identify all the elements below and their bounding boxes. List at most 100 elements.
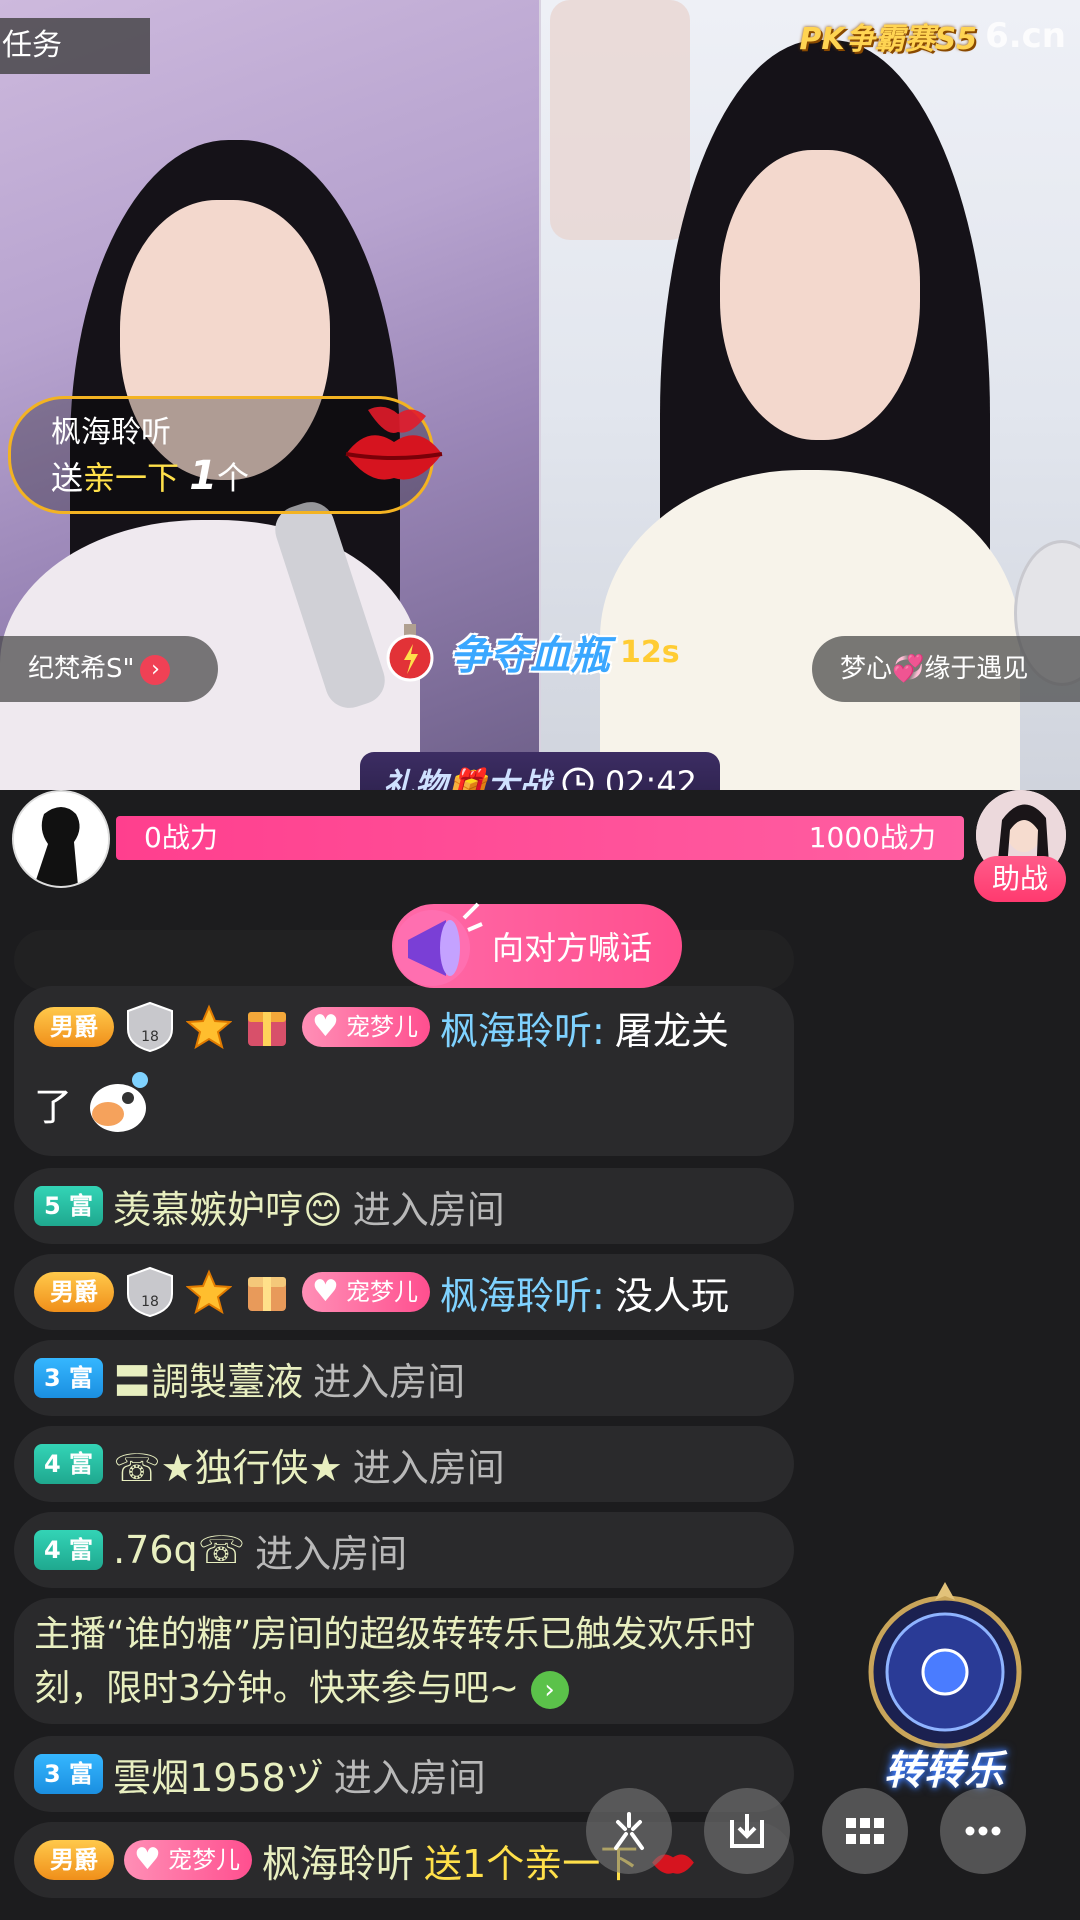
chat-message[interactable]: 4 富 ☏★独行侠★ 进入房间 xyxy=(14,1426,794,1502)
pet-heart-badge: 宠梦儿 xyxy=(124,1840,252,1880)
download-button[interactable] xyxy=(704,1788,790,1874)
star-badge-icon xyxy=(186,1004,232,1050)
chat-text-cont: 了 xyxy=(34,1084,73,1129)
duke-badge: 男爵 xyxy=(34,1840,114,1880)
shout-to-opponent-button[interactable]: 向对方喊话 xyxy=(392,902,682,988)
left-anchor-name-pill[interactable]: 纪梵希S" › xyxy=(0,636,218,702)
duke-badge: 男爵 xyxy=(34,1272,114,1312)
task-button[interactable]: 任务 xyxy=(0,18,150,74)
chat-row: 3 富 雲烟1958ヅ 进入房间 xyxy=(34,1736,776,1812)
chat-text: 屠龙关 xyxy=(614,1008,729,1053)
event-logo-text: PK争霸赛S5 xyxy=(799,22,978,57)
pet-badge-label: 宠梦儿 xyxy=(346,1278,418,1306)
chat-username[interactable]: 枫海聆听: xyxy=(440,1265,605,1320)
background-decor xyxy=(550,0,690,240)
guard-badge-icon: 18 xyxy=(127,1266,173,1318)
task-label: 任务 xyxy=(2,28,62,63)
chat-row: 4 富 .76q☏ 进入房间 xyxy=(34,1512,776,1588)
rich-level-badge: 3 富 xyxy=(34,1754,104,1794)
right-anchor-name-pill[interactable]: 梦心💞缘于遇见 xyxy=(812,636,1080,702)
more-icon xyxy=(965,1826,1001,1836)
chat-message[interactable]: 男爵 18 宠梦儿 枫海聆听: 屠龙关 了 xyxy=(14,986,794,1156)
enter-room-text: 进入房间 xyxy=(333,1755,486,1800)
system-message[interactable]: 主播“谁的糖”房间的超级转转乐已触发欢乐时刻，限时3分钟。快来参与吧~ › xyxy=(14,1598,794,1724)
chat-row: 了 xyxy=(34,1068,776,1138)
enter-room-text: 进入房间 xyxy=(313,1359,466,1404)
assist-button[interactable]: 助战 xyxy=(974,856,1066,902)
chat-username[interactable]: .76q☏ xyxy=(113,1528,245,1572)
more-button[interactable] xyxy=(940,1788,1026,1874)
chat-row: 3 富 〓調製薹液 进入房间 xyxy=(34,1340,776,1416)
right-anchor-name: 梦心💞缘于遇见 xyxy=(840,654,1029,684)
chat-row: 4 富 ☏★独行侠★ 进入房间 xyxy=(34,1426,776,1502)
video-figure-face xyxy=(720,150,920,440)
spin-wheel-label[interactable]: 转转乐 xyxy=(854,1738,1034,1796)
left-power: 0战力 xyxy=(144,821,218,854)
chat-message[interactable]: 男爵 宠梦儿 枫海聆听 送1个亲一下 xyxy=(14,1822,794,1898)
chat-username[interactable]: 羡慕嫉妒哼😊 xyxy=(113,1179,343,1234)
download-icon xyxy=(730,1814,764,1848)
chat-message[interactable]: 3 富 〓調製薹液 进入房间 xyxy=(14,1340,794,1416)
chat-row: 5 富 羡慕嫉妒哼😊 进入房间 xyxy=(34,1168,776,1244)
gift-sender: 枫海聆听 xyxy=(51,415,171,450)
chat-text: 没人玩 xyxy=(614,1273,729,1318)
chat-username[interactable]: 枫海聆听 xyxy=(262,1833,414,1888)
pk-score-row: 0战力 1000战力 助战 xyxy=(0,790,1080,902)
megaphone-icon xyxy=(394,902,483,986)
sparkle-icon xyxy=(614,1812,644,1850)
gift-unit: 个 xyxy=(217,459,250,497)
right-power: 1000战力 xyxy=(808,821,936,854)
svg-text:18: 18 xyxy=(141,1029,159,1045)
apps-grid-button[interactable] xyxy=(822,1788,908,1874)
gift-line: 送亲一下 1个 xyxy=(51,453,249,499)
chat-username[interactable]: 枫海聆听: xyxy=(440,1000,605,1055)
system-message-text: 主播“谁的糖”房间的超级转转乐已触发欢乐时刻，限时3分钟。快来参与吧~ xyxy=(34,1614,756,1709)
assist-label: 助战 xyxy=(991,862,1048,895)
star-badge-icon xyxy=(186,1269,232,1315)
shout-label: 向对方喊话 xyxy=(491,929,652,967)
enter-room-text: 进入房间 xyxy=(255,1531,408,1576)
blood-bottle-event[interactable]: 争夺血瓶 12s xyxy=(380,612,680,692)
chat-row: 男爵 18 宠梦儿 枫海聆听: 没人玩 xyxy=(34,1254,776,1330)
rich-level-badge: 4 富 xyxy=(34,1530,104,1570)
kiss-lips-icon xyxy=(345,406,443,480)
chat-message[interactable]: 5 富 羡慕嫉妒哼😊 进入房间 xyxy=(14,1168,794,1244)
chat-message[interactable]: 4 富 .76q☏ 进入房间 xyxy=(14,1512,794,1588)
gift-verb: 送 xyxy=(51,459,84,497)
grid-icon xyxy=(846,1818,884,1844)
pk-score-bar: 0战力 1000战力 xyxy=(116,816,964,860)
pet-badge-label: 宠梦儿 xyxy=(168,1846,240,1874)
duke-badge: 男爵 xyxy=(34,1007,114,1047)
treasure-box-icon xyxy=(248,1012,286,1046)
gift-name: 亲一下 xyxy=(83,459,180,497)
chat-username[interactable]: ☏★独行侠★ xyxy=(113,1437,343,1492)
left-anchor-name: 纪梵希S" xyxy=(28,654,135,684)
pet-heart-badge: 宠梦儿 xyxy=(302,1007,430,1047)
blood-event-title: 争夺血瓶 xyxy=(450,633,610,679)
emoji-sticker-icon xyxy=(90,1072,149,1132)
treasure-box-icon xyxy=(248,1277,286,1311)
pk-video-area: 任务 PK争霸赛S5 6.cn 枫海聆听 送亲一下 1个 纪梵希S" › 梦心💞缘… xyxy=(0,0,1080,810)
chat-row: 男爵 18 宠梦儿 枫海聆听: 屠龙关 xyxy=(34,986,776,1068)
left-team-avatar[interactable] xyxy=(12,790,110,888)
rich-level-badge: 3 富 xyxy=(34,1358,104,1398)
gift-count: 1 xyxy=(189,453,218,499)
chat-username[interactable]: 〓調製薹液 xyxy=(113,1351,303,1406)
chat-username[interactable]: 雲烟1958ヅ xyxy=(113,1747,324,1802)
site-logo: 6.cn xyxy=(985,16,1066,56)
rich-level-badge: 5 富 xyxy=(34,1186,104,1226)
chat-message[interactable]: 3 富 雲烟1958ヅ 进入房间 xyxy=(14,1736,794,1812)
sparkle-button[interactable] xyxy=(586,1788,672,1874)
pet-badge-label: 宠梦儿 xyxy=(346,1013,418,1041)
potion-icon xyxy=(386,624,434,682)
chevron-right-icon[interactable]: › xyxy=(530,1671,569,1709)
svg-text:18: 18 xyxy=(141,1294,159,1310)
rich-level-badge: 4 富 xyxy=(34,1444,104,1484)
pet-heart-badge: 宠梦儿 xyxy=(302,1272,430,1312)
chevron-right-icon: › xyxy=(140,654,171,685)
enter-room-text: 进入房间 xyxy=(352,1187,505,1232)
event-logo: PK争霸赛S5 6.cn xyxy=(799,10,1066,62)
system-message-body: 主播“谁的糖”房间的超级转转乐已触发欢乐时刻，限时3分钟。快来参与吧~ › xyxy=(34,1598,776,1716)
blood-event-timer: 12s xyxy=(620,634,680,670)
chat-message[interactable]: 男爵 18 宠梦儿 枫海聆听: 没人玩 xyxy=(14,1254,794,1330)
